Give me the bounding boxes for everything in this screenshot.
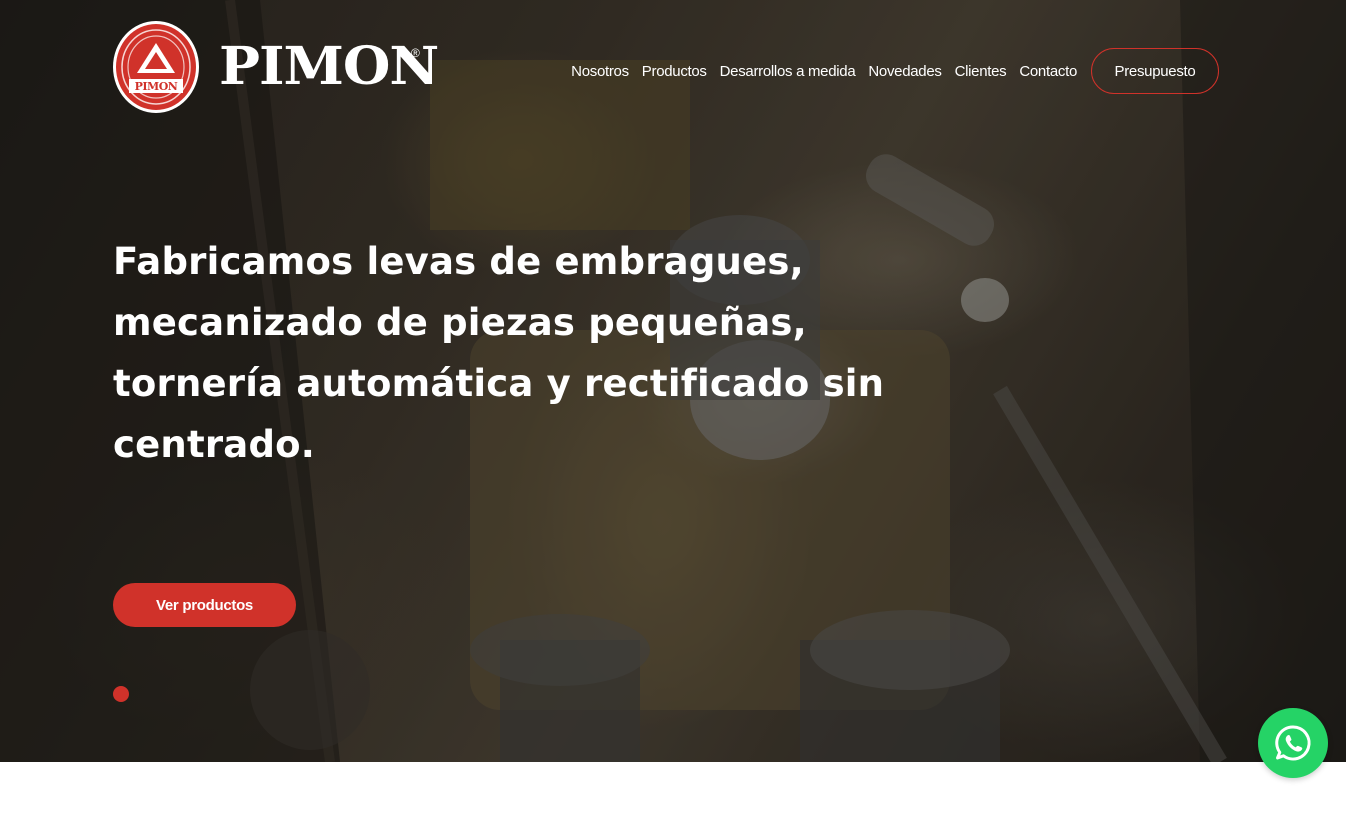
nav-link-clientes[interactable]: Clientes	[955, 63, 1007, 80]
whatsapp-icon	[1275, 725, 1311, 761]
logo-badge: PIMON	[113, 21, 199, 113]
ver-productos-button[interactable]: Ver productos	[113, 583, 296, 627]
logo[interactable]: PIMON PIMON ®	[113, 21, 439, 113]
nav-link-desarrollos[interactable]: Desarrollos a medida	[720, 63, 856, 80]
logo-wordmark: PIMON	[219, 36, 439, 97]
nav-link-novedades[interactable]: Novedades	[868, 63, 941, 80]
logo-emblem-icon	[116, 24, 196, 110]
main-nav: Nosotros Productos Desarrollos a medida …	[571, 48, 1219, 94]
hero-headline: Fabricamos levas de embragues, mecanizad…	[113, 240, 885, 466]
slider-dot-active[interactable]	[113, 686, 129, 702]
registered-mark: ®	[411, 46, 420, 60]
whatsapp-button[interactable]	[1258, 708, 1328, 778]
nav-link-nosotros[interactable]: Nosotros	[571, 63, 629, 80]
logo-badge-text: PIMON	[134, 80, 178, 93]
presupuesto-button[interactable]: Presupuesto	[1091, 48, 1219, 94]
nav-link-productos[interactable]: Productos	[642, 63, 707, 80]
nav-link-contacto[interactable]: Contacto	[1019, 63, 1077, 80]
